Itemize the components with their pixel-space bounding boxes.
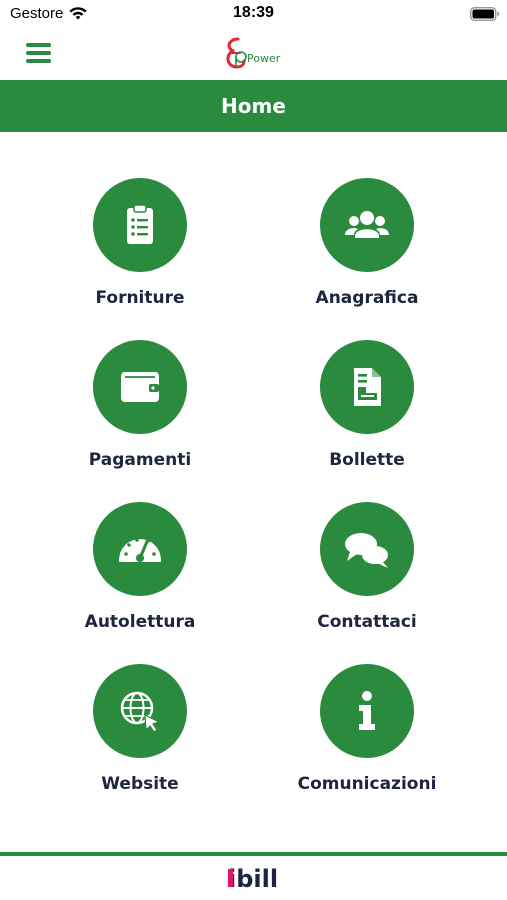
tile-anagrafica-label: Anagrafica — [315, 288, 419, 308]
battery-icon — [470, 7, 499, 21]
status-bar: Gestore 18:39 — [0, 0, 507, 30]
tile-website-circle — [93, 664, 187, 758]
tile-website-label: Website — [101, 774, 179, 794]
tile-autolettura-circle — [93, 502, 187, 596]
tile-forniture-label: Forniture — [95, 288, 185, 308]
status-time: 18:39 — [233, 4, 274, 21]
logo-text: Power — [247, 52, 281, 65]
chat-bubbles-icon — [345, 533, 392, 569]
tile-bollette[interactable]: Bollette — [267, 340, 467, 490]
footer-divider — [0, 852, 507, 856]
globe-cursor-icon — [120, 691, 161, 733]
tile-bollette-label: Bollette — [329, 450, 405, 470]
tile-website[interactable]: Website — [40, 664, 240, 814]
gauge-icon — [119, 535, 161, 562]
ibill-logo: ibill — [228, 865, 278, 892]
tile-forniture-circle — [93, 178, 187, 272]
tile-pagamenti-label: Pagamenti — [88, 450, 192, 470]
hamburger-menu-icon[interactable] — [22, 38, 56, 68]
nav-bar: Power — [0, 30, 507, 80]
ibill-i-mark — [228, 869, 233, 887]
page-title: Home — [0, 80, 507, 132]
tile-autolettura[interactable]: Autolettura — [40, 502, 240, 652]
clipboard-list-icon — [127, 204, 153, 244]
epower-logo: Power — [226, 37, 281, 69]
tile-anagrafica-circle — [320, 178, 414, 272]
tile-autolettura-label: Autolettura — [84, 612, 196, 632]
tile-contattaci-label: Contattaci — [317, 612, 417, 632]
tile-bollette-circle — [320, 340, 414, 434]
wallet-icon — [121, 372, 159, 402]
tile-contattaci-circle — [320, 502, 414, 596]
tile-anagrafica[interactable]: Anagrafica — [267, 178, 467, 328]
tile-pagamenti[interactable]: Pagamenti — [40, 340, 240, 490]
bill-document-icon — [354, 368, 381, 406]
tile-comunicazioni[interactable]: Comunicazioni — [267, 664, 467, 814]
users-icon — [345, 211, 389, 238]
tile-pagamenti-circle — [93, 340, 187, 434]
tile-comunicazioni-circle — [320, 664, 414, 758]
tile-contattaci[interactable]: Contattaci — [267, 502, 467, 652]
tile-forniture[interactable]: Forniture — [40, 178, 240, 328]
info-icon — [359, 691, 375, 730]
footer-logo-text: ibill — [228, 865, 278, 892]
tile-comunicazioni-label: Comunicazioni — [297, 774, 437, 794]
